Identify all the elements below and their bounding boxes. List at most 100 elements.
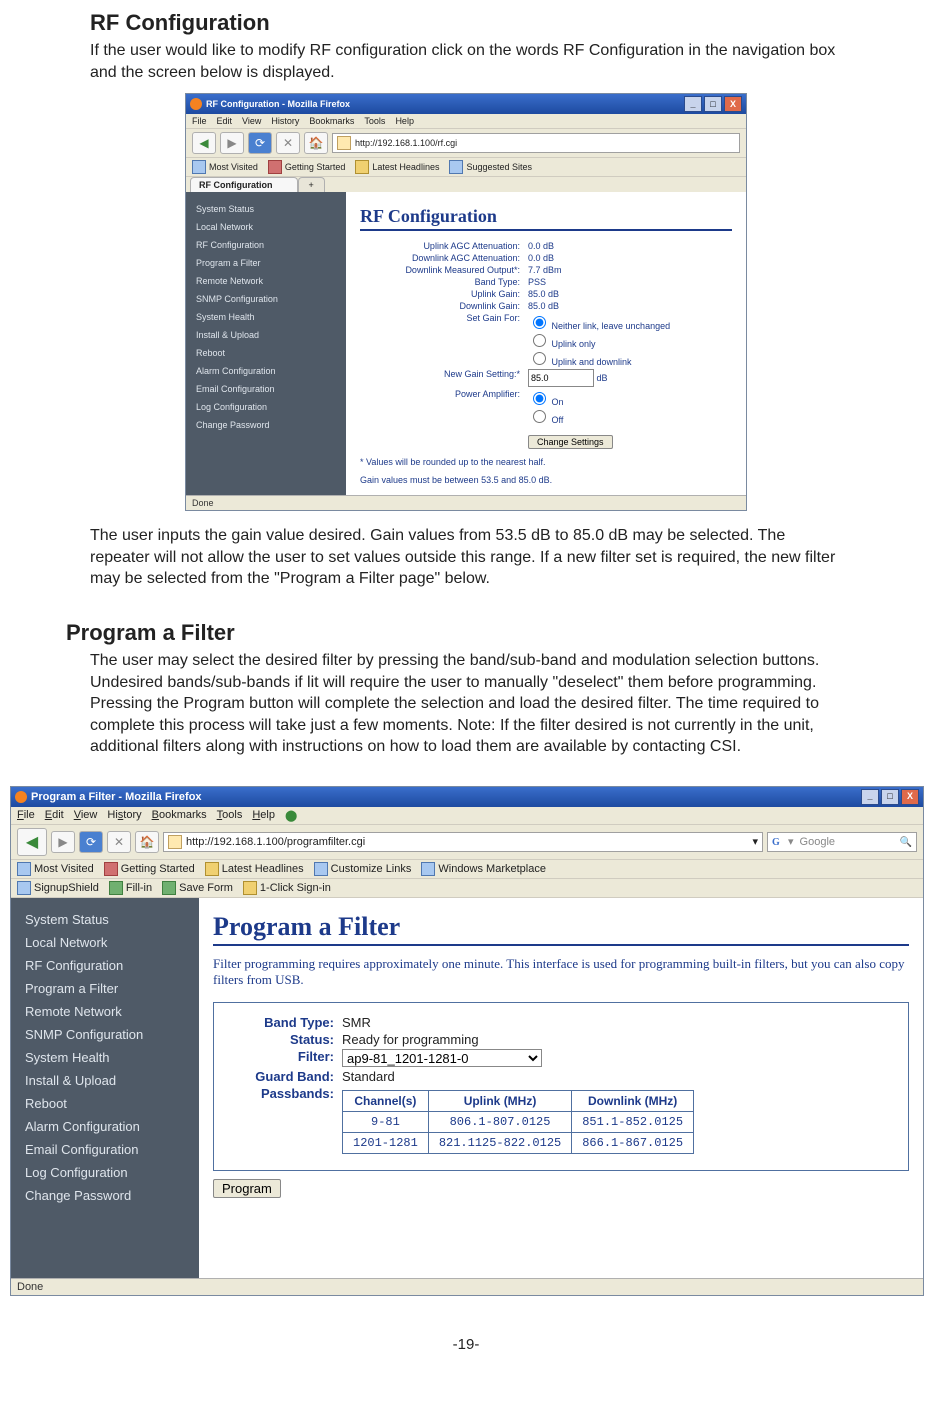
menu-bookmarks[interactable]: Bookmarks: [152, 809, 207, 822]
stop-button[interactable]: ✕: [107, 831, 131, 853]
uplink-agc-label: Uplink AGC Attenuation:: [360, 241, 520, 251]
close-button[interactable]: X: [724, 96, 742, 112]
home-button[interactable]: 🏠: [135, 831, 159, 853]
menu-tools[interactable]: Tools: [217, 809, 243, 822]
bookmark-getting-started[interactable]: Getting Started: [268, 160, 346, 174]
sidebar-item-change-password[interactable]: Change Password: [25, 1184, 185, 1207]
menu-history[interactable]: History: [107, 809, 141, 822]
sidebar-item-reboot[interactable]: Reboot: [25, 1092, 185, 1115]
sidebar-item-log-config[interactable]: Log Configuration: [196, 398, 336, 416]
menu-file[interactable]: File: [192, 116, 207, 126]
search-icon[interactable]: [900, 836, 912, 848]
maximize-button[interactable]: □: [704, 96, 722, 112]
toolbar-1click[interactable]: 1-Click Sign-in: [243, 881, 331, 895]
sidebar-item-rf-configuration[interactable]: RF Configuration: [196, 236, 336, 254]
maximize-button[interactable]: □: [881, 789, 899, 805]
toolbar-saveform[interactable]: Save Form: [162, 881, 233, 895]
reload-button[interactable]: ⟳: [79, 831, 103, 853]
bookmark-latest-headlines[interactable]: Latest Headlines: [355, 160, 439, 174]
filter-box: Band Type:SMR Status:Ready for programmi…: [213, 1002, 909, 1171]
sidebar-item-system-health[interactable]: System Health: [25, 1046, 185, 1069]
bookmark-most-visited[interactable]: Most Visited: [192, 160, 258, 174]
toolbar-fillin[interactable]: Fill-in: [109, 881, 152, 895]
sidebar-item-alarm-config[interactable]: Alarm Configuration: [25, 1115, 185, 1138]
forward-button[interactable]: ▶: [220, 132, 244, 154]
toolbar-signupshield[interactable]: SignupShield: [17, 881, 99, 895]
radio-both[interactable]: Uplink and downlink: [528, 349, 670, 367]
forward-button[interactable]: ▶: [51, 831, 75, 853]
radio-neither[interactable]: Neither link, leave unchanged: [528, 313, 670, 331]
radio-uplink-input[interactable]: [533, 334, 546, 347]
sidebar-item-system-status[interactable]: System Status: [196, 200, 336, 218]
back-button[interactable]: ◀: [17, 828, 47, 856]
radio-uplink[interactable]: Uplink only: [528, 331, 670, 349]
sidebar-item-local-network[interactable]: Local Network: [196, 218, 336, 236]
sidebar-item-program-filter[interactable]: Program a Filter: [25, 977, 185, 1000]
sidebar-item-snmp[interactable]: SNMP Configuration: [196, 290, 336, 308]
sidebar-item-local-network[interactable]: Local Network: [25, 931, 185, 954]
menu-extra-icon[interactable]: ⬤: [285, 809, 297, 822]
url-bar[interactable]: http://192.168.1.100/rf.cgi: [332, 133, 740, 153]
program-button[interactable]: Program: [213, 1179, 281, 1198]
bookmark-windows-marketplace[interactable]: Windows Marketplace: [421, 862, 546, 876]
search-box[interactable]: ▾ Google: [767, 832, 917, 852]
menu-help[interactable]: Help: [395, 116, 414, 126]
stop-button[interactable]: ✕: [276, 132, 300, 154]
dmo-value: 7.7 dBm: [528, 265, 562, 275]
menu-bookmarks[interactable]: Bookmarks: [309, 116, 354, 126]
bookmark-latest-headlines[interactable]: Latest Headlines: [205, 862, 304, 876]
tab-rf-configuration[interactable]: RF Configuration: [190, 177, 298, 192]
menu-history[interactable]: History: [271, 116, 299, 126]
radio-both-input[interactable]: [533, 352, 546, 365]
menu-help[interactable]: Help: [252, 809, 275, 822]
filter-select[interactable]: ap9-81_1201-1281-0: [342, 1049, 542, 1067]
menu-view[interactable]: View: [242, 116, 261, 126]
radio-pa-on-input[interactable]: [533, 392, 546, 405]
radio-pa-off[interactable]: Off: [528, 407, 564, 425]
sidebar-item-program-filter[interactable]: Program a Filter: [196, 254, 336, 272]
menu-edit[interactable]: Edit: [217, 116, 233, 126]
sidebar-item-install-upload[interactable]: Install & Upload: [196, 326, 336, 344]
sidebar-item-alarm-config[interactable]: Alarm Configuration: [196, 362, 336, 380]
new-gain-input[interactable]: [528, 369, 594, 387]
bookmark-getting-started[interactable]: Getting Started: [104, 862, 195, 876]
reload-button[interactable]: ⟳: [248, 132, 272, 154]
bookmark-customize-links[interactable]: Customize Links: [314, 862, 412, 876]
back-button[interactable]: ◀: [192, 132, 216, 154]
sidebar-item-remote-network[interactable]: Remote Network: [196, 272, 336, 290]
sidebar-item-remote-network[interactable]: Remote Network: [25, 1000, 185, 1023]
tab-new[interactable]: +: [298, 177, 325, 192]
dmo-label: Downlink Measured Output*:: [360, 265, 520, 275]
sidebar-item-system-status[interactable]: System Status: [25, 908, 185, 931]
radio-pa-off-input[interactable]: [533, 410, 546, 423]
sidebar-item-change-password[interactable]: Change Password: [196, 416, 336, 434]
minimize-button[interactable]: _: [684, 96, 702, 112]
sidebar-item-install-upload[interactable]: Install & Upload: [25, 1069, 185, 1092]
sidebar-item-rf-configuration[interactable]: RF Configuration: [25, 954, 185, 977]
bookmarks-bar: Most Visited Getting Started Latest Head…: [186, 158, 746, 177]
sidebar-item-system-health[interactable]: System Health: [196, 308, 336, 326]
sidebar-item-log-config[interactable]: Log Configuration: [25, 1161, 185, 1184]
url-bar-2[interactable]: http://192.168.1.100/programfilter.cgi ▾: [163, 832, 763, 852]
sidebar-item-snmp[interactable]: SNMP Configuration: [25, 1023, 185, 1046]
sidebar-item-reboot[interactable]: Reboot: [196, 344, 336, 362]
guard-band-value: Standard: [342, 1069, 395, 1084]
menu-tools[interactable]: Tools: [364, 116, 385, 126]
main-pane: RF Configuration Uplink AGC Attenuation:…: [346, 192, 746, 495]
bookmark-suggested-sites[interactable]: Suggested Sites: [449, 160, 532, 174]
minimize-button[interactable]: _: [861, 789, 879, 805]
sidebar-item-email-config[interactable]: Email Configuration: [25, 1138, 185, 1161]
radio-neither-input[interactable]: [533, 316, 546, 329]
menu-edit[interactable]: Edit: [45, 809, 64, 822]
downlink-gain-value: 85.0 dB: [528, 301, 559, 311]
close-button[interactable]: X: [901, 789, 919, 805]
menu-file[interactable]: File: [17, 809, 35, 822]
bookmark-most-visited[interactable]: Most Visited: [17, 862, 94, 876]
menu-view[interactable]: View: [74, 809, 98, 822]
section-heading-rf: RF Configuration: [90, 10, 842, 36]
sidebar-item-email-config[interactable]: Email Configuration: [196, 380, 336, 398]
status-label: Status:: [224, 1032, 334, 1047]
change-settings-button[interactable]: Change Settings: [528, 435, 613, 449]
radio-pa-on[interactable]: On: [528, 389, 564, 407]
home-button[interactable]: 🏠: [304, 132, 328, 154]
